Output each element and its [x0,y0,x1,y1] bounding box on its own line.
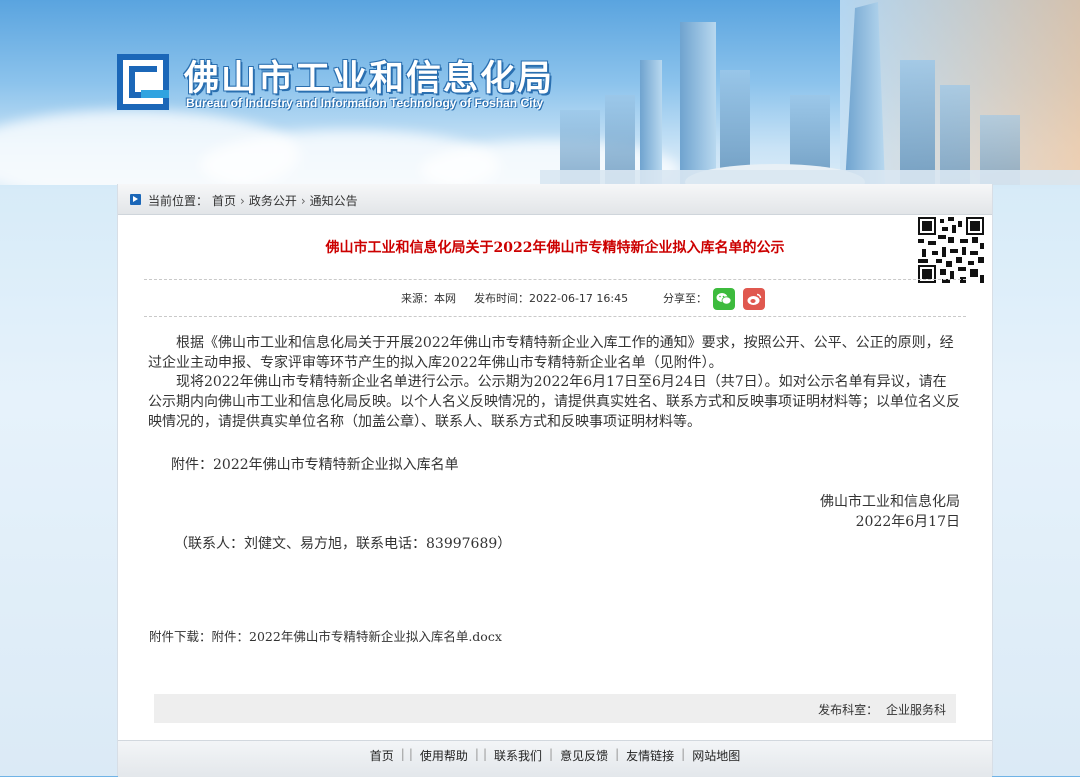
signature-date: 2022年6月17日 [855,514,960,530]
footer-link-help[interactable]: 使用帮助 [415,747,473,764]
divider [144,316,966,317]
wechat-share-button[interactable] [713,288,735,310]
chevron-right-icon: › [300,193,306,208]
divider [144,279,966,280]
breadcrumb-home[interactable]: 首页 [212,192,236,209]
footer: 首页 | | 使用帮助 | | 联系我们 | 意见反馈 | 友情链接 | 网站地图 [118,740,992,777]
contact-info: （联系人：刘健文、易方旭，联系电话：83997689） [174,536,512,552]
chevron-right-icon: › [240,193,245,208]
share-label: 分享至： [663,292,707,305]
footer-nav: 首页 | | 使用帮助 | | 联系我们 | 意见反馈 | 友情链接 | 网站地图 [118,747,992,764]
content-panel: 当前位置： 首页 › 政务公开 › 通知公告 佛山市工业和信息化局关于2022年… [117,184,993,777]
weibo-icon [747,293,761,305]
breadcrumb-government-affairs[interactable]: 政务公开 [249,192,297,209]
separator: | [615,747,620,761]
separator: | [408,747,413,761]
separator: | [482,747,487,761]
breadcrumb-prefix: 当前位置： [148,194,209,208]
breadcrumb-notices[interactable]: 通知公告 [310,192,358,209]
header-banner: 佛山市工业和信息化局 Bureau of Industry and Inform… [0,0,1080,185]
dept-label: 发布科室： [818,703,879,717]
article-paragraph: 根据《佛山市工业和信息化局关于开展2022年佛山市专精特新企业入库工作的通知》要… [148,335,954,371]
dept-value: 企业服务科 [885,703,946,717]
article-source: 来源：本网 [401,292,456,305]
site-title: 佛山市工业和信息化局 [184,59,555,99]
breadcrumb: 当前位置： 首页 › 政务公开 › 通知公告 [148,192,358,209]
separator: | [400,747,405,761]
download-label: 附件下载： [149,629,212,644]
site-subtitle-en: Bureau of Industry and Information Techn… [186,96,544,110]
footer-link-contact[interactable]: 联系我们 [489,747,547,764]
city-skyline-image [540,0,1080,185]
article-body: 根据《佛山市工业和信息化局关于开展2022年佛山市专精特新企业入库工作的通知》要… [148,334,960,433]
signature-org: 佛山市工业和信息化局 [820,494,960,510]
attachment-file-link[interactable]: 附件：2022年佛山市专精特新企业拟入库名单.docx [212,629,502,644]
article-publish-time: 发布时间：2022-06-17 16:45 [474,292,629,305]
bureau-logo-icon [117,54,169,110]
footer-link-home[interactable]: 首页 [365,747,399,764]
article-title: 佛山市工业和信息化局关于2022年佛山市专精特新企业拟入库名单的公示 [325,240,785,256]
attachment-line: 附件：2022年佛山市专精特新企业拟入库名单 [171,457,459,473]
arrow-right-icon [130,194,141,205]
separator: | [474,747,479,761]
breadcrumb-bar: 当前位置： 首页 › 政务公开 › 通知公告 [118,184,992,215]
wechat-icon [716,293,732,305]
publishing-department-bar: 发布科室： 企业服务科 [154,694,956,723]
footer-link-friendly-links[interactable]: 友情链接 [621,747,679,764]
signature-block: 佛山市工业和信息化局 2022年6月17日 [820,492,960,532]
weibo-share-button[interactable] [743,288,765,310]
separator: | [549,747,554,761]
attachment-download: 附件下载：附件：2022年佛山市专精特新企业拟入库名单.docx [149,626,502,645]
footer-link-feedback[interactable]: 意见反馈 [555,747,613,764]
qr-code-icon [918,217,984,283]
article-paragraph: 现将2022年佛山市专精特新企业名单进行公示。公示期为2022年6月17日至6月… [148,374,960,430]
footer-link-sitemap[interactable]: 网站地图 [687,747,745,764]
separator: | [681,747,686,761]
